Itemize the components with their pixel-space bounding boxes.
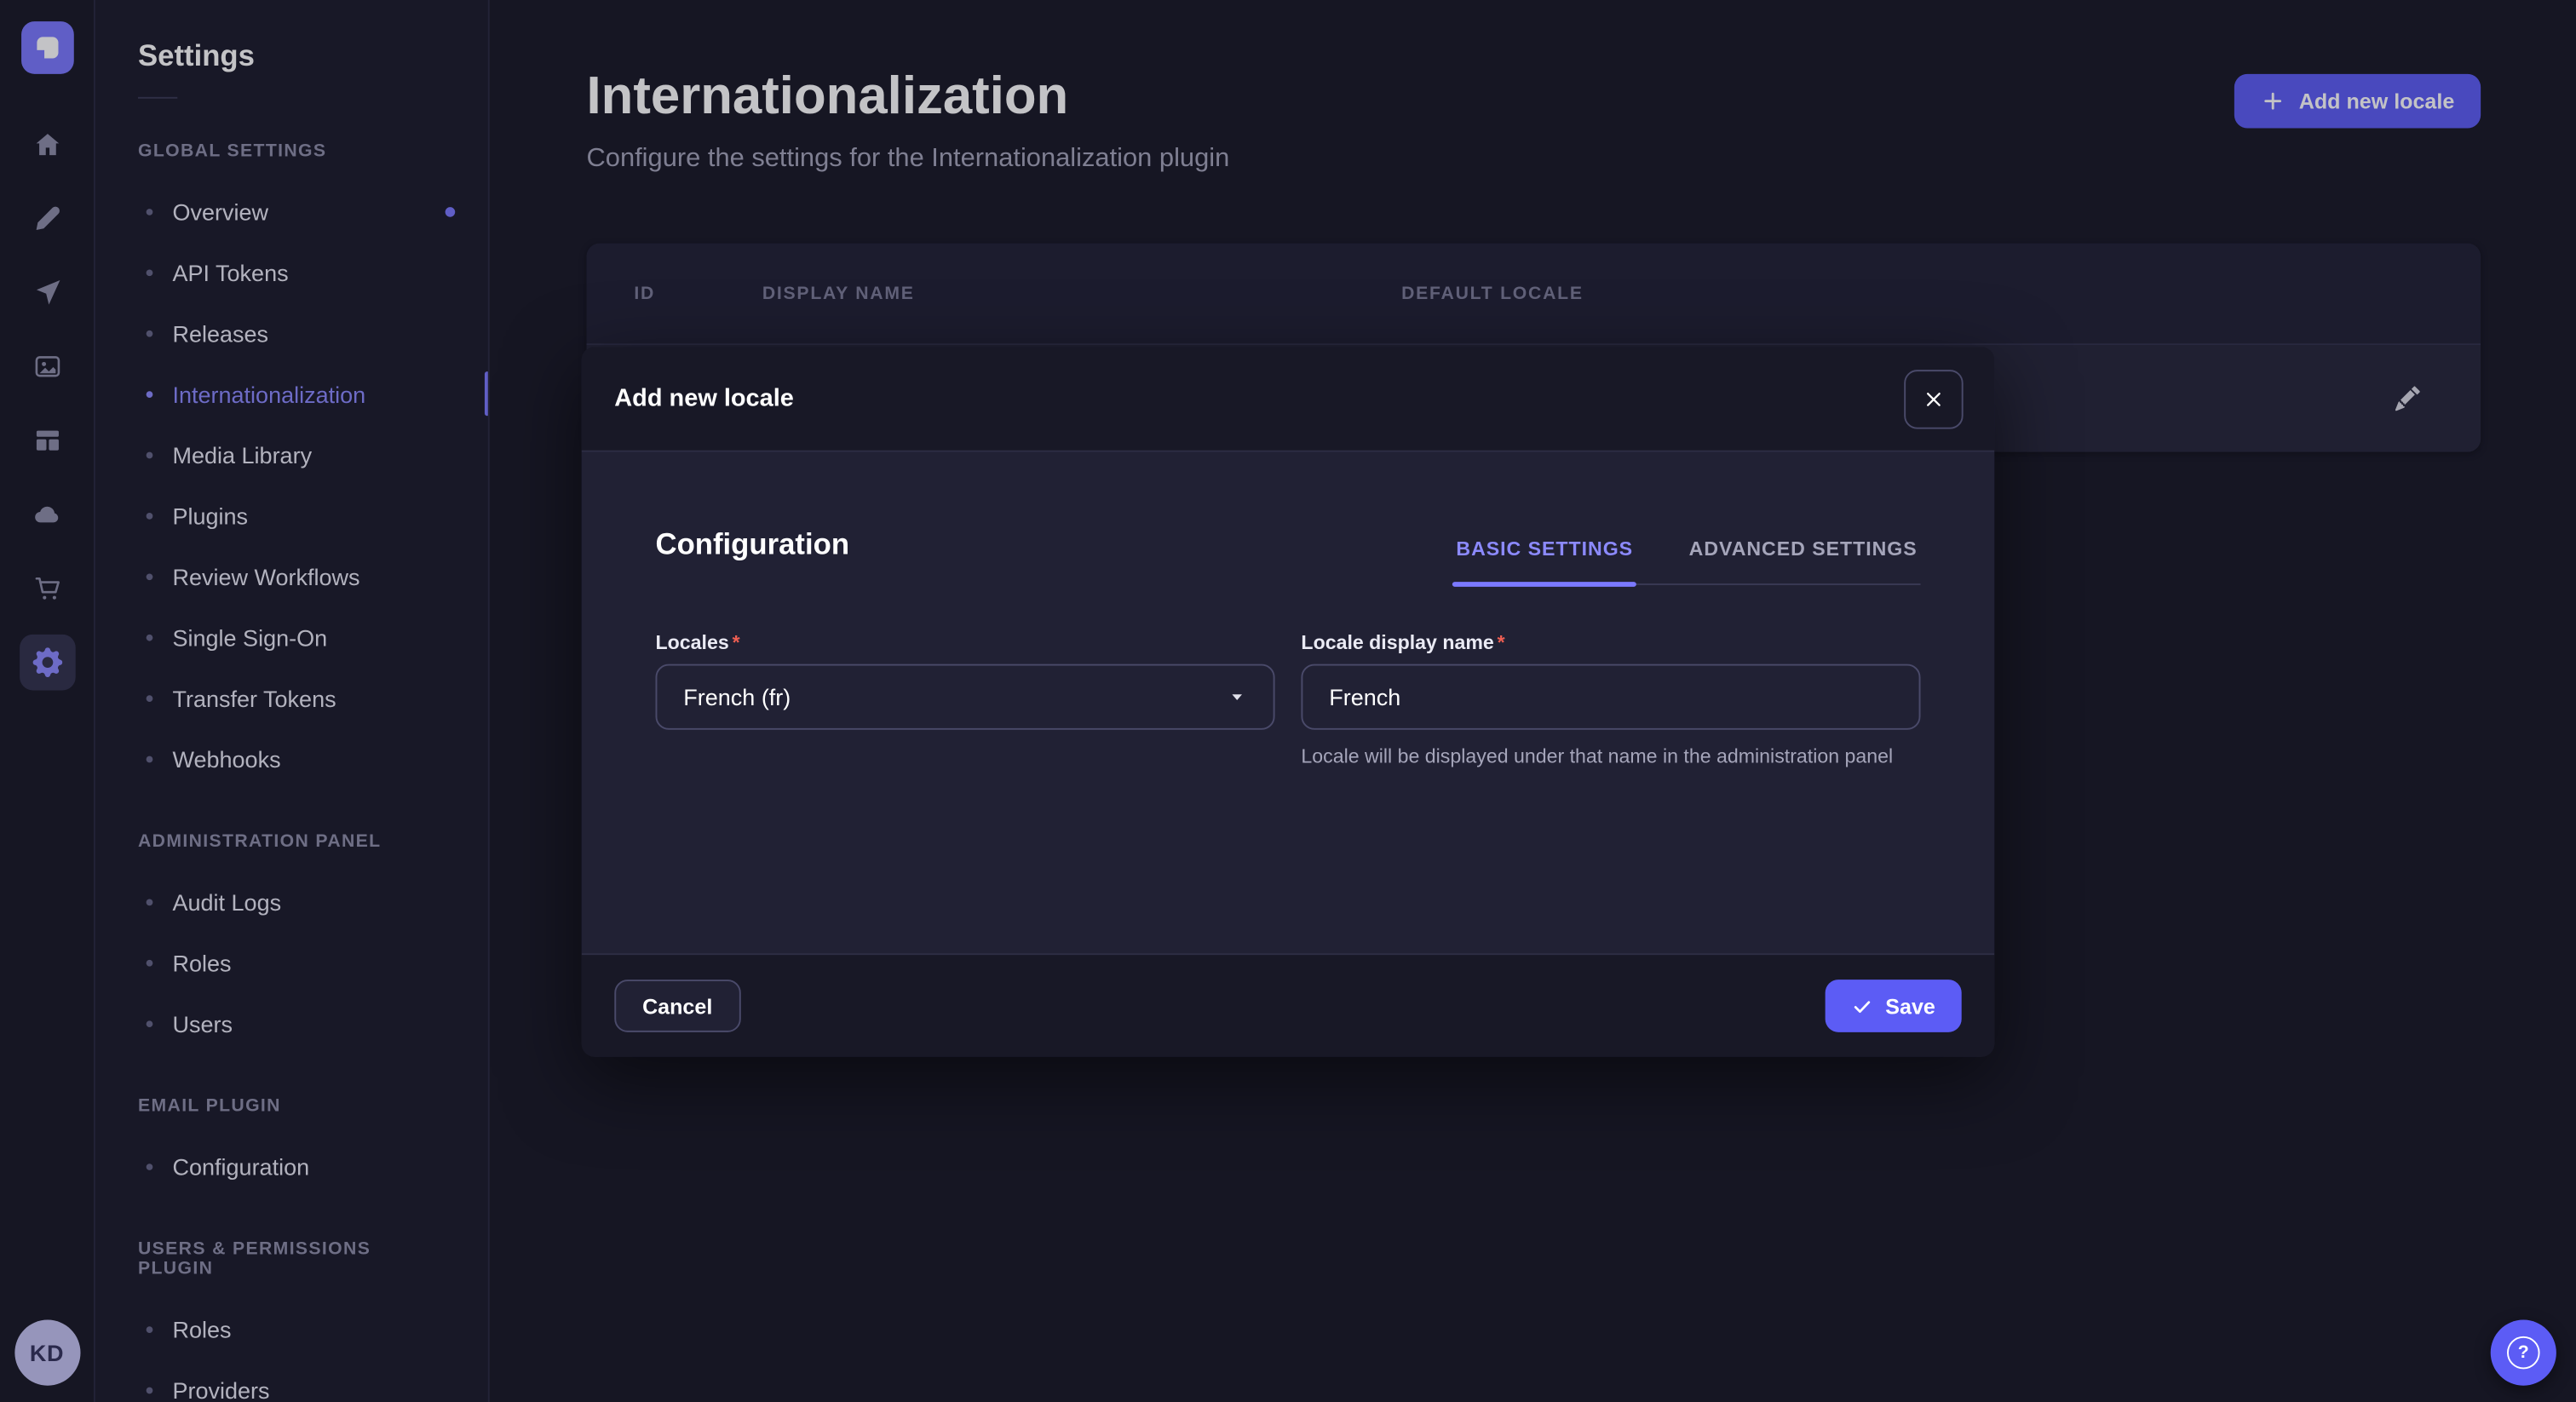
locales-field: Locales* French (fr) xyxy=(655,631,1274,771)
modal-footer: Cancel Save xyxy=(582,953,1995,1057)
required-asterisk: * xyxy=(1498,631,1505,654)
locales-select[interactable]: French (fr) xyxy=(655,664,1274,730)
close-icon xyxy=(1923,388,1943,408)
locales-label: Locales* xyxy=(655,631,1274,654)
display-name-label: Locale display name* xyxy=(1301,631,1920,654)
tab-basic-settings[interactable]: BASIC SETTINGS xyxy=(1453,537,1636,583)
add-locale-modal: Add new locale Configuration BASIC SETTI… xyxy=(582,347,1995,1057)
modal-body: Configuration BASIC SETTINGS ADVANCED SE… xyxy=(582,452,1995,954)
modal-form-fields: Locales* French (fr) Locale display name… xyxy=(655,631,1920,771)
configuration-row: Configuration BASIC SETTINGS ADVANCED SE… xyxy=(655,452,1920,585)
display-name-label-text: Locale display name xyxy=(1301,631,1493,654)
modal-header: Add new locale xyxy=(582,347,1995,451)
chevron-down-icon xyxy=(1228,687,1247,707)
close-modal-button[interactable] xyxy=(1904,369,1963,428)
save-button-label: Save xyxy=(1885,993,1935,1018)
locales-select-value: French (fr) xyxy=(683,684,791,710)
modal-tabs: BASIC SETTINGS ADVANCED SETTINGS xyxy=(1453,537,1921,585)
check-icon xyxy=(1851,995,1872,1016)
tab-advanced-settings[interactable]: ADVANCED SETTINGS xyxy=(1686,537,1921,583)
app-root: KD Settings GLOBAL SETTINGS Overview API… xyxy=(0,0,2576,1402)
cancel-button[interactable]: Cancel xyxy=(614,980,740,1032)
display-name-field: Locale display name* Locale will be disp… xyxy=(1301,631,1920,771)
display-name-hint: Locale will be displayed under that name… xyxy=(1301,743,1920,770)
question-mark-icon: ? xyxy=(2507,1336,2540,1370)
display-name-input[interactable] xyxy=(1301,664,1920,730)
required-asterisk: * xyxy=(733,631,740,654)
locales-label-text: Locales xyxy=(655,631,728,654)
modal-title: Add new locale xyxy=(614,385,794,413)
configuration-title: Configuration xyxy=(655,527,849,585)
save-button[interactable]: Save xyxy=(1825,980,1962,1032)
help-button[interactable]: ? xyxy=(2491,1320,2556,1386)
